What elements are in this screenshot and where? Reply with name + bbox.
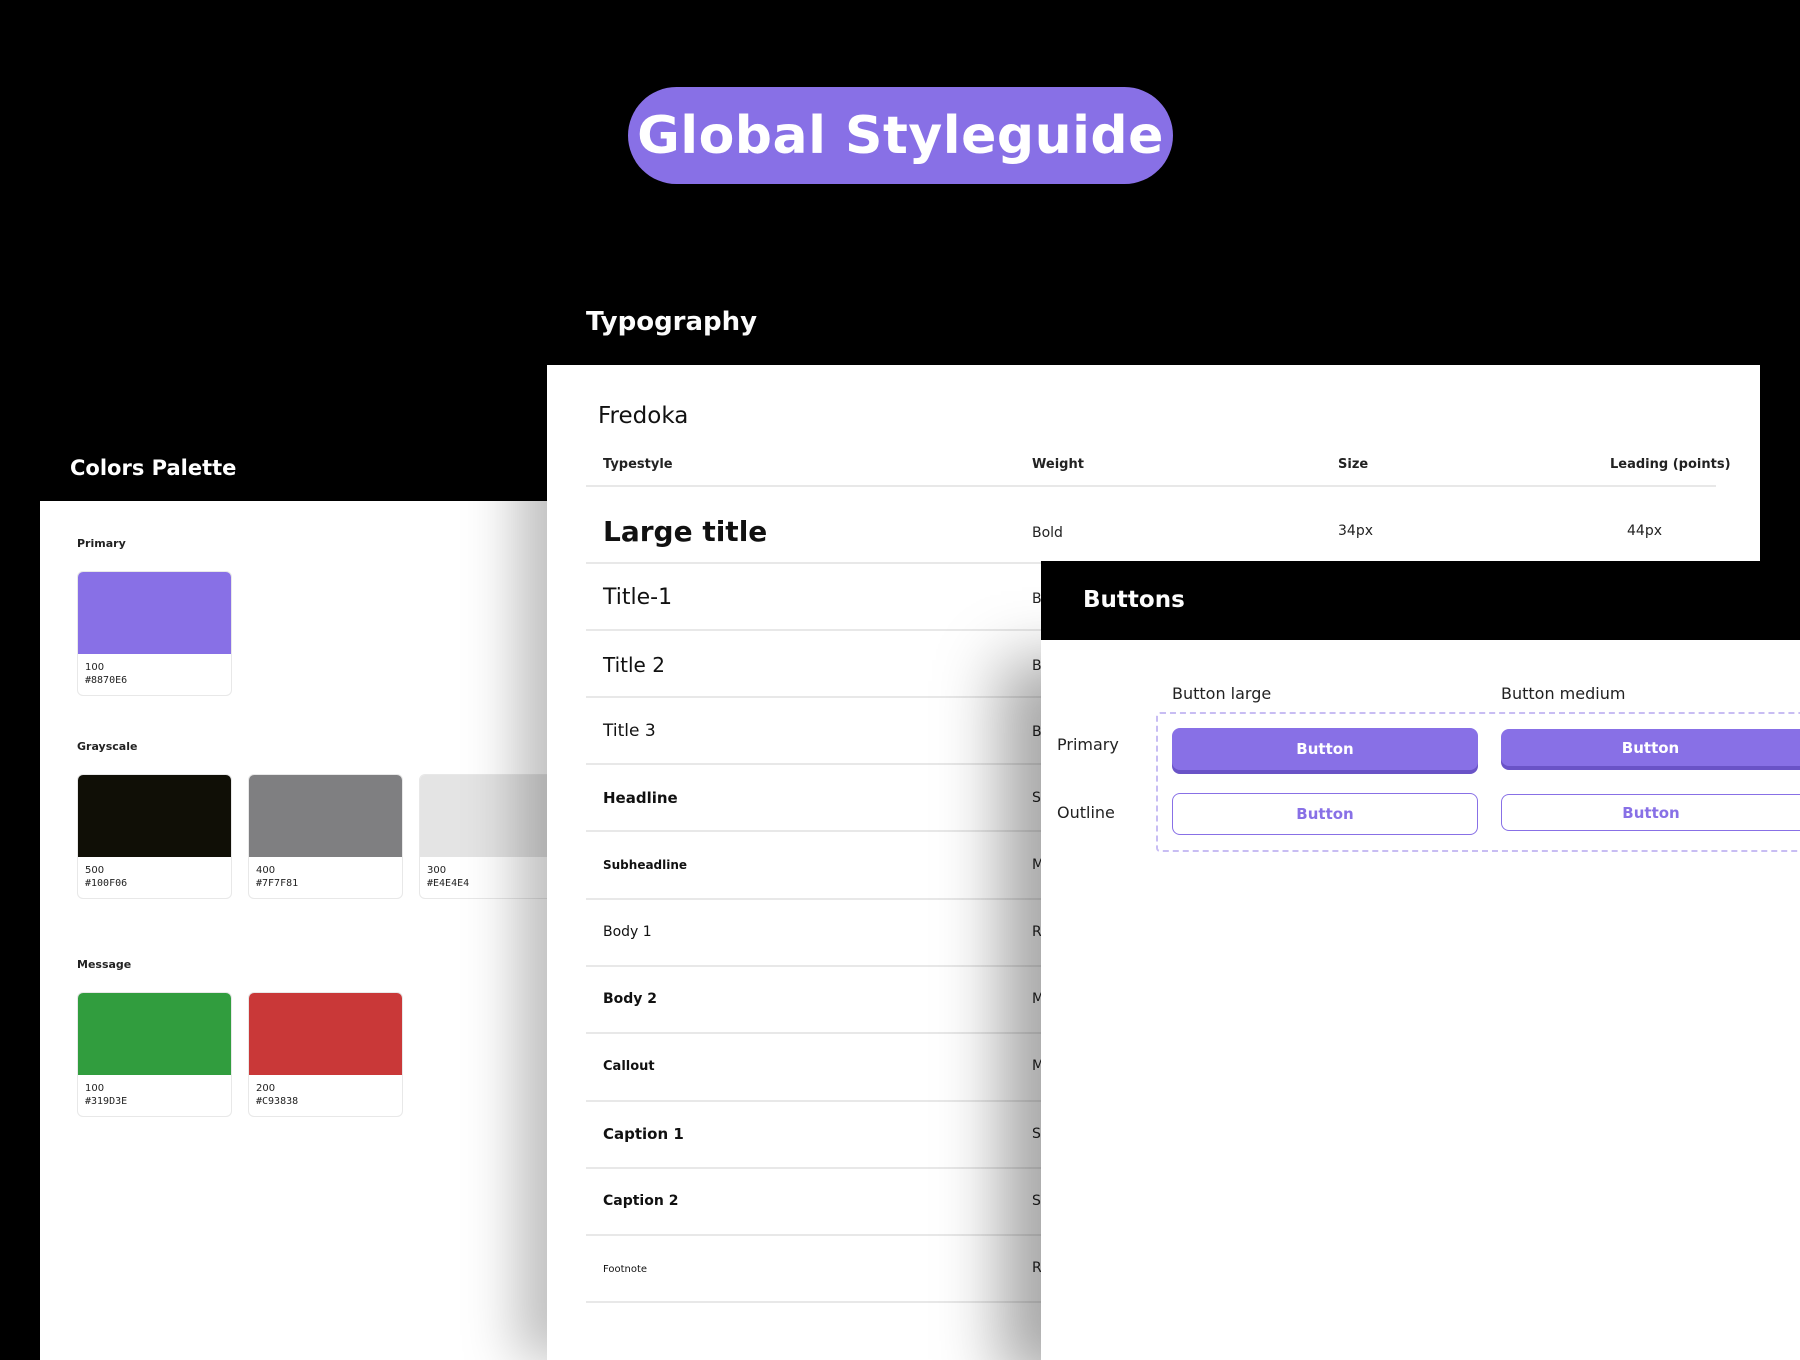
column-header-typestyle: Typestyle bbox=[603, 457, 673, 472]
colors-heading: Colors Palette bbox=[70, 456, 237, 480]
column-label-medium: Button medium bbox=[1501, 684, 1626, 703]
outline-medium-button[interactable]: Button bbox=[1501, 794, 1800, 831]
swatch-grayscale-400: 400 #7F7F81 bbox=[248, 774, 403, 899]
primary-large-button[interactable]: Button bbox=[1172, 728, 1478, 770]
swatch-chip bbox=[249, 993, 402, 1075]
swatch-chip bbox=[78, 993, 231, 1075]
typestyle-headline: Headline bbox=[603, 789, 678, 807]
swatch-hex: #C93838 bbox=[256, 1096, 299, 1107]
typestyle-title-2: Title 2 bbox=[603, 653, 665, 677]
column-header-weight: Weight bbox=[1032, 457, 1084, 472]
weight-cell: S bbox=[1032, 1193, 1041, 1209]
column-header-size: Size bbox=[1338, 457, 1369, 472]
swatch-step: 100 bbox=[85, 1083, 105, 1094]
swatch-step: 400 bbox=[256, 865, 276, 876]
swatch-hex: #7F7F81 bbox=[256, 878, 299, 889]
swatch-message-100: 100 #319D3E bbox=[77, 992, 232, 1117]
swatch-step: 500 bbox=[85, 865, 105, 876]
swatch-step: 200 bbox=[256, 1083, 276, 1094]
group-label-message: Message bbox=[77, 958, 132, 971]
typestyle-body-2: Body 2 bbox=[603, 991, 658, 1007]
outline-large-button[interactable]: Button bbox=[1172, 793, 1478, 835]
swatch-grayscale-500: 500 #100F06 bbox=[77, 774, 232, 899]
row-label-outline: Outline bbox=[1057, 803, 1115, 822]
swatch-hex: #8870E6 bbox=[85, 675, 128, 686]
colors-panel: Primary 100 #8870E6 Grayscale 500 #100F06 … bbox=[40, 501, 574, 1360]
typography-heading: Typography bbox=[586, 307, 758, 337]
typestyle-title-3: Title 3 bbox=[603, 721, 656, 741]
page-title: Global Styleguide bbox=[628, 87, 1173, 184]
swatch-primary-100: 100 #8870E6 bbox=[77, 571, 232, 696]
swatch-chip bbox=[78, 572, 231, 654]
swatch-chip bbox=[78, 775, 231, 857]
weight-cell: Bold bbox=[1032, 525, 1063, 541]
weight-cell: S bbox=[1032, 790, 1041, 806]
typestyle-title-1: Title-1 bbox=[603, 585, 673, 610]
group-label-primary: Primary bbox=[77, 537, 126, 550]
primary-medium-button[interactable]: Button bbox=[1501, 729, 1800, 766]
buttons-heading: Buttons bbox=[1083, 587, 1185, 613]
group-label-grayscale: Grayscale bbox=[77, 740, 138, 753]
font-name: Fredoka bbox=[598, 403, 689, 429]
typestyle-callout: Callout bbox=[603, 1059, 655, 1074]
column-label-large: Button large bbox=[1172, 684, 1272, 703]
typestyle-subheadline: Subheadline bbox=[603, 858, 688, 872]
swatch-message-200: 200 #C93838 bbox=[248, 992, 403, 1117]
swatch-hex: #100F06 bbox=[85, 878, 128, 889]
typestyle-caption-2: Caption 2 bbox=[603, 1193, 679, 1209]
swatch-step: 100 bbox=[85, 662, 105, 673]
size-cell: 34px bbox=[1338, 523, 1373, 539]
weight-cell: S bbox=[1032, 1126, 1041, 1142]
column-header-leading: Leading (points) bbox=[1610, 457, 1731, 472]
buttons-header: Buttons bbox=[1041, 561, 1800, 640]
swatch-hex: #319D3E bbox=[85, 1096, 128, 1107]
leading-cell: 44px bbox=[1627, 523, 1662, 539]
row-label-primary: Primary bbox=[1057, 735, 1119, 754]
typestyle-footnote: Footnote bbox=[603, 1264, 648, 1275]
typestyle-body-1: Body 1 bbox=[603, 924, 652, 940]
table-divider bbox=[586, 485, 1716, 487]
buttons-panel: Button large Button medium Primary Outli… bbox=[1041, 640, 1800, 1360]
swatch-chip bbox=[249, 775, 402, 857]
typestyle-caption-1: Caption 1 bbox=[603, 1125, 684, 1143]
typestyle-large-title: Large title bbox=[603, 515, 768, 548]
